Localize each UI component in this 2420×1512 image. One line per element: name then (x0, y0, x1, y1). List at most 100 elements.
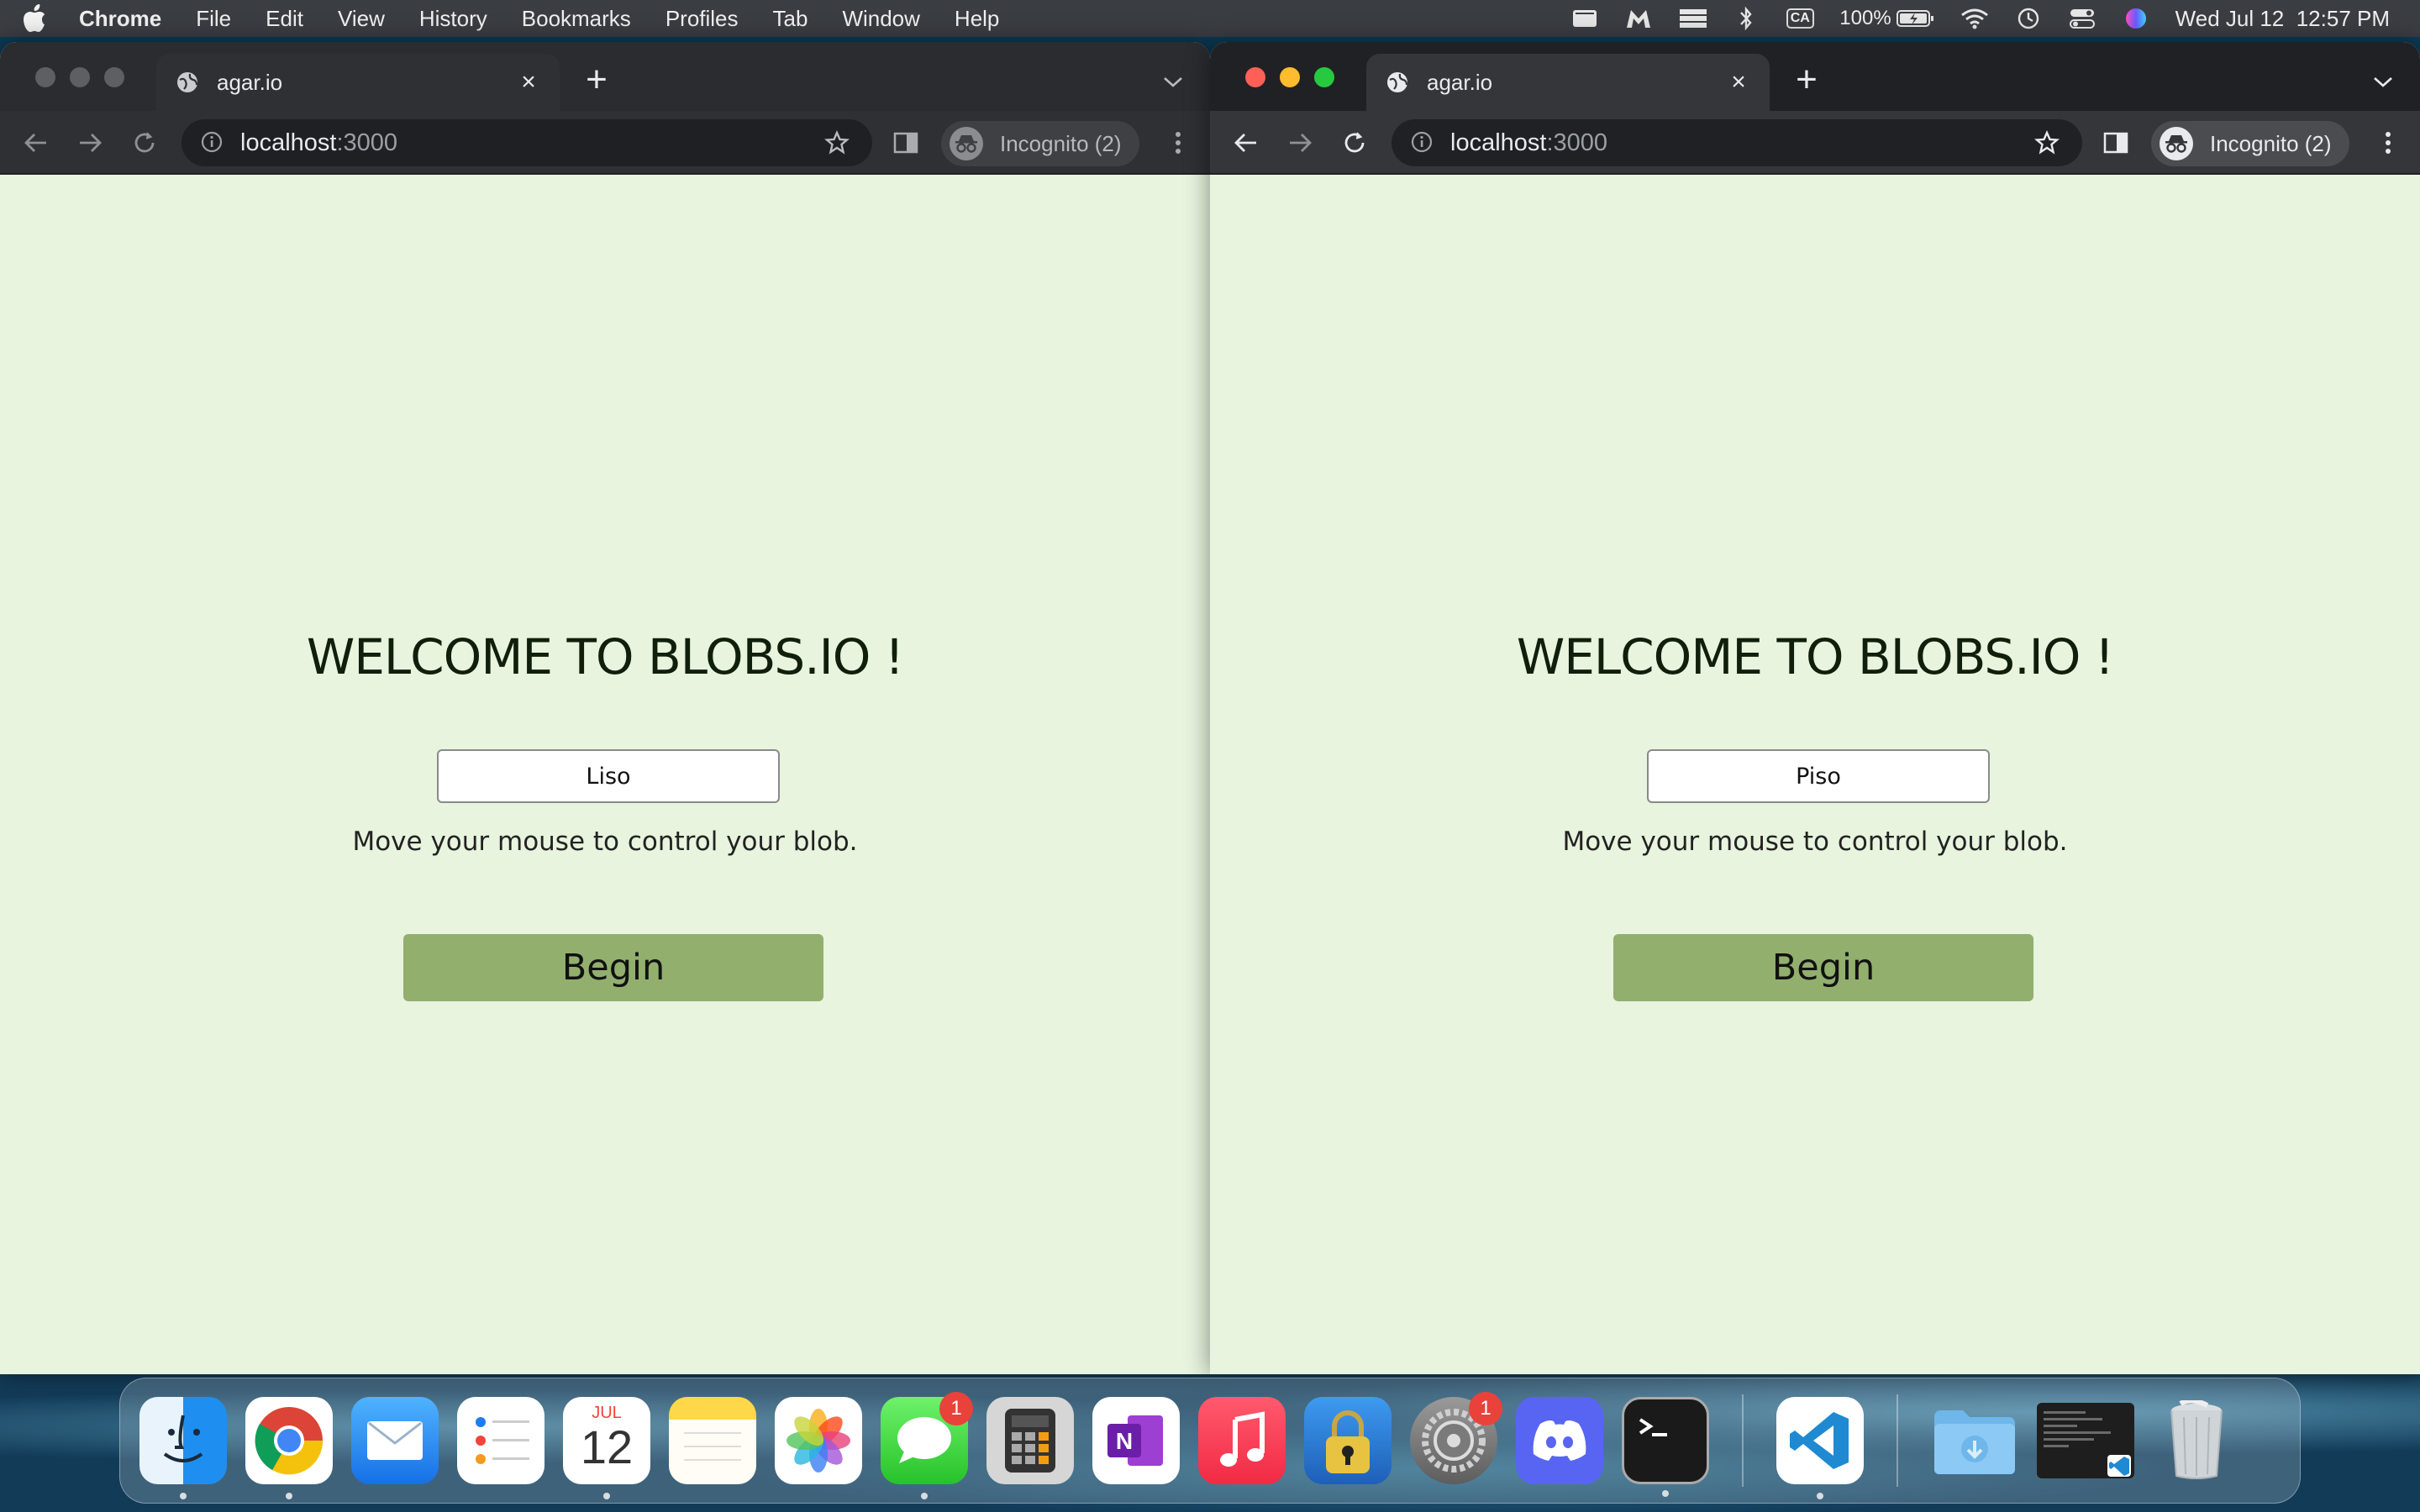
menu-help[interactable]: Help (955, 6, 999, 32)
tab-agar[interactable]: agar.io × (156, 54, 560, 111)
dock-vscode-icon[interactable] (1776, 1397, 1864, 1499)
close-window-button[interactable] (35, 67, 55, 87)
incognito-profile-button[interactable]: Incognito (2) (941, 121, 1139, 166)
dock-onenote-icon[interactable]: N (1092, 1397, 1180, 1484)
malwarebytes-icon[interactable] (1624, 6, 1653, 31)
begin-button[interactable]: Begin (1613, 934, 2033, 1001)
menu-history[interactable]: History (419, 6, 487, 32)
dock-reminders-icon[interactable] (457, 1397, 544, 1484)
incognito-label: Incognito (2) (1000, 130, 1122, 156)
clock[interactable]: Wed Jul 12 12:57 PM (2175, 6, 2390, 32)
new-tab-button[interactable]: + (1790, 61, 1823, 98)
site-info-icon[interactable] (1410, 130, 1435, 155)
incognito-icon (2160, 127, 2193, 160)
forward-icon[interactable] (74, 126, 108, 160)
dock-discord-icon[interactable] (1516, 1397, 1603, 1484)
url-host: localhost (1450, 129, 1547, 156)
app-window-icon[interactable] (1570, 6, 1599, 31)
menu-view[interactable]: View (338, 6, 385, 32)
side-panel-icon[interactable] (2101, 128, 2131, 158)
close-tab-icon[interactable]: × (516, 68, 541, 96)
reload-icon[interactable] (1338, 126, 1371, 160)
bluetooth-icon[interactable] (1732, 6, 1760, 31)
dock-separator (1897, 1394, 1898, 1487)
site-info-icon[interactable] (200, 130, 225, 155)
close-window-button[interactable] (1245, 67, 1265, 87)
dock-system-settings-icon[interactable]: 1 (1410, 1392, 1502, 1484)
player-name-input[interactable] (1647, 749, 1990, 803)
zoom-window-button[interactable] (104, 67, 124, 87)
dock-finder-icon[interactable] (139, 1397, 227, 1499)
menu-tab[interactable]: Tab (773, 6, 808, 32)
player-name-input[interactable] (437, 749, 780, 803)
new-tab-button[interactable]: + (580, 61, 613, 98)
bookmark-star-icon[interactable] (2032, 128, 2062, 158)
dock-calendar-icon[interactable]: JUL 12 (563, 1397, 650, 1499)
control-center-icon[interactable] (2068, 6, 2096, 31)
menu-app-name[interactable]: Chrome (79, 6, 161, 32)
menu-bookmarks[interactable]: Bookmarks (522, 6, 631, 32)
dock-notes-icon[interactable] (669, 1397, 756, 1484)
back-icon[interactable] (1228, 126, 1262, 160)
side-panel-icon[interactable] (891, 128, 921, 158)
running-indicator (286, 1493, 292, 1499)
dock-calculator-icon[interactable] (986, 1397, 1074, 1484)
welcome-heading: WELCOME TO BLOBS.IO ! (306, 628, 904, 685)
battery-icon[interactable]: 100% (1839, 6, 1934, 31)
calendar-day: 12 (580, 1420, 634, 1473)
back-icon[interactable] (18, 126, 52, 160)
dock-chrome-icon[interactable] (245, 1397, 333, 1499)
dock-downloads-folder-icon[interactable] (1931, 1397, 2018, 1484)
begin-button[interactable]: Begin (403, 934, 823, 1001)
tab-strip: agar.io × + (0, 42, 1210, 111)
input-source-icon[interactable]: CA (1786, 6, 1814, 31)
tab-search-chevron-icon[interactable] (1158, 67, 1188, 97)
minimize-window-button[interactable] (70, 67, 90, 87)
dock-trash-icon[interactable] (2153, 1397, 2240, 1484)
tab-agar[interactable]: agar.io × (1366, 54, 1770, 111)
instructions-text: Move your mouse to control your blob. (1562, 827, 2068, 857)
welcome-heading: WELCOME TO BLOBS.IO ! (1516, 628, 2114, 685)
stack-icon[interactable] (1678, 6, 1707, 31)
window-controls (35, 67, 124, 87)
menu-bar: Chrome File Edit View History Bookmarks … (0, 0, 2420, 37)
browser-window-left[interactable]: agar.io × + localhost:3000 Incognito (2… (0, 42, 1210, 1374)
address-bar[interactable]: localhost:3000 (182, 119, 872, 166)
bookmark-star-icon[interactable] (822, 128, 852, 158)
menu-profiles[interactable]: Profiles (666, 6, 739, 32)
dock: JUL 12 1 N 1 (119, 1378, 2301, 1504)
reload-icon[interactable] (128, 126, 161, 160)
menu-edit[interactable]: Edit (266, 6, 303, 32)
menu-file[interactable]: File (196, 6, 231, 32)
browser-window-right[interactable]: agar.io × + localhost:3000 Incognito (2… (1210, 42, 2420, 1374)
time-machine-icon[interactable] (2014, 6, 2043, 31)
running-indicator (603, 1493, 610, 1499)
close-tab-icon[interactable]: × (1726, 68, 1751, 96)
dock-recent-window-icon[interactable] (2037, 1403, 2134, 1478)
forward-icon[interactable] (1284, 126, 1318, 160)
dock-keychain-icon[interactable] (1304, 1397, 1392, 1484)
window-controls (1245, 67, 1334, 87)
minimize-window-button[interactable] (1280, 67, 1300, 87)
more-menu-icon[interactable] (2373, 126, 2403, 160)
battery-percent: 100% (1839, 7, 1891, 29)
wifi-icon[interactable] (1960, 6, 1989, 31)
dock-photos-icon[interactable] (775, 1397, 862, 1484)
running-indicator (1817, 1493, 1823, 1499)
menu-window[interactable]: Window (842, 6, 919, 32)
more-menu-icon[interactable] (1163, 126, 1193, 160)
instructions-text: Move your mouse to control your blob. (352, 827, 858, 857)
siri-icon[interactable] (2122, 6, 2150, 31)
dock-messages-icon[interactable]: 1 (881, 1392, 973, 1499)
tab-title: agar.io (217, 69, 283, 95)
incognito-profile-button[interactable]: Incognito (2) (2151, 121, 2349, 166)
zoom-window-button[interactable] (1314, 67, 1334, 87)
dock-terminal-icon[interactable] (1622, 1397, 1709, 1497)
address-bar[interactable]: localhost:3000 (1392, 119, 2082, 166)
dock-mail-icon[interactable] (351, 1397, 439, 1484)
input-source-label: CA (1786, 8, 1814, 29)
dock-music-icon[interactable] (1198, 1397, 1286, 1484)
tab-search-chevron-icon[interactable] (2368, 67, 2398, 97)
running-indicator (180, 1493, 187, 1499)
apple-icon[interactable] (20, 4, 49, 33)
